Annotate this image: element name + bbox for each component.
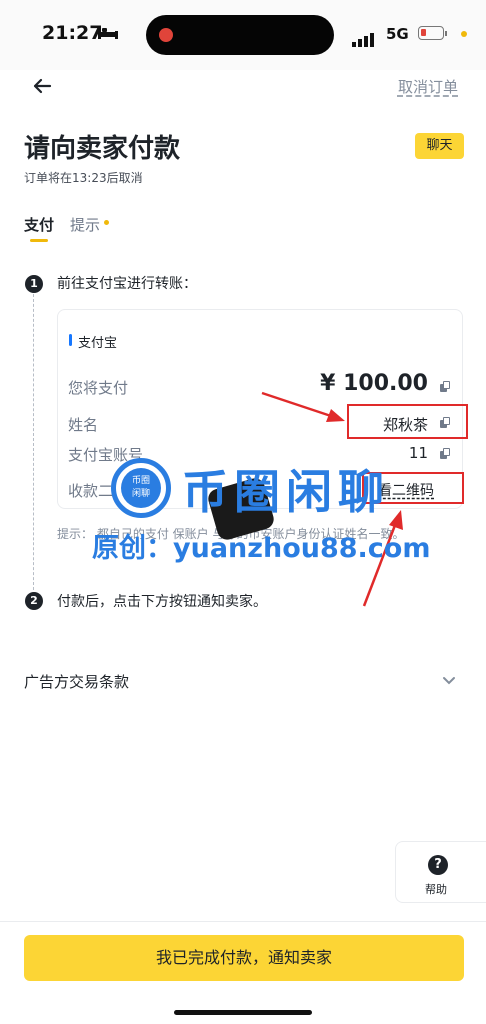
screen: 21:27 5G 取消订单 请向卖家付款 聊天 订单将在13:23后取消 支付 … [0, 0, 486, 1024]
watermark-badge: 币圈 闲聊 [111, 458, 171, 518]
watermark-title: 币圈闲聊 [182, 465, 390, 519]
watermark-badge-line-1: 币圈 [131, 476, 150, 486]
watermark-badge-line-2: 闲聊 [131, 489, 150, 499]
annotation-arrow-1-head [326, 409, 345, 422]
watermark-subtitle: 原创：yuanzhou88.com [92, 533, 431, 564]
